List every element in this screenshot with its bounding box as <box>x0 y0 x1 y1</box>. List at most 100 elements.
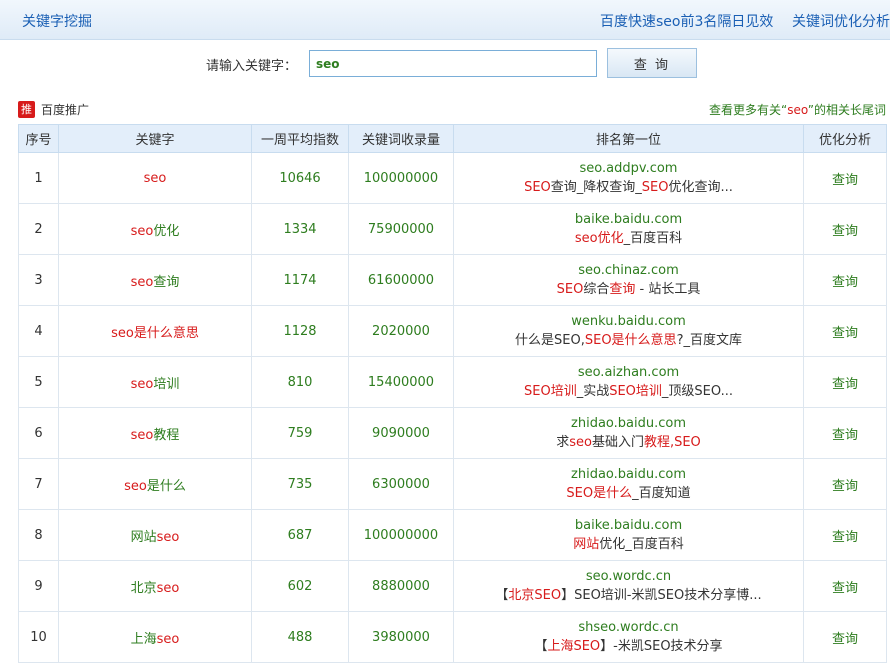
query-link[interactable]: 查询 <box>832 632 858 647</box>
query-link[interactable]: 查询 <box>832 530 858 545</box>
query-link[interactable]: 查询 <box>832 224 858 239</box>
query-link[interactable]: 查询 <box>832 428 858 443</box>
keyword-cell[interactable]: 上海seo <box>58 611 252 663</box>
row-number: 9 <box>18 560 59 612</box>
top-rank-cell: wenku.baidu.com 什么是SEO,SEO是什么意思?_百度文库 <box>453 305 804 357</box>
rank-title-link[interactable]: 【北京SEO】SEO培训-米凯SEO技术分享博... <box>454 586 803 605</box>
fast-seo-link[interactable]: 百度快速seo前3名隔日见效 <box>600 11 773 31</box>
rank-domain-link[interactable]: zhidao.baidu.com <box>454 414 803 433</box>
rank-domain-link[interactable]: shseo.wordc.cn <box>454 618 803 637</box>
query-link[interactable]: 查询 <box>832 479 858 494</box>
row-number: 8 <box>18 509 59 561</box>
weekly-index: 1174 <box>251 254 349 306</box>
analysis-cell: 查询 <box>803 305 887 357</box>
keyword-search-input[interactable] <box>309 50 597 77</box>
rank-title-segment: 【 <box>534 639 548 654</box>
weekly-index: 1334 <box>251 203 349 255</box>
keyword-cell[interactable]: seo是什么意思 <box>58 305 252 357</box>
keyword-cell[interactable]: 网站seo <box>58 509 252 561</box>
keyword-cell[interactable]: seo <box>58 152 252 204</box>
keyword-segment: 网站 <box>130 529 157 545</box>
query-link[interactable]: 查询 <box>832 173 858 188</box>
weekly-index: 810 <box>251 356 349 408</box>
keyword-cell[interactable]: seo是什么 <box>58 458 252 510</box>
rank-title-link[interactable]: SEO查询_降权查询_SEO优化查询... <box>454 178 803 197</box>
keyword-segment: 优化 <box>153 223 180 239</box>
top-rank-cell: seo.wordc.cn 【北京SEO】SEO培训-米凯SEO技术分享博... <box>453 560 804 612</box>
promo-text: 百度推广 <box>41 103 90 117</box>
index-count: 15400000 <box>348 356 454 408</box>
search-label: 请输入关键字： <box>206 59 298 74</box>
rank-title-segment: 】SEO培训-米凯SEO技术分享博... <box>561 588 762 603</box>
col-header-index-count: 关键词收录量 <box>348 124 454 153</box>
table-header-row: 序号 关键字 一周平均指数 关键词收录量 排名第一位 优化分析 <box>18 124 887 153</box>
top-rank-cell: baike.baidu.com seo优化_百度百科 <box>453 203 804 255</box>
keyword-segment: seo是什么意思 <box>111 325 199 341</box>
rank-domain-link[interactable]: seo.addpv.com <box>454 159 803 178</box>
rank-title-segment: 北京SEO <box>508 588 562 603</box>
rank-title-segment: SEO <box>556 282 584 297</box>
table-row: 8 网站seo 687 100000000 baike.baidu.com 网站优化_百度… <box>18 509 887 561</box>
top-rank-cell: zhidao.baidu.com SEO是什么_百度知道 <box>453 458 804 510</box>
rank-title-link[interactable]: SEO综合查询 - 站长工具 <box>454 280 803 299</box>
top-rank-cell: zhidao.baidu.com 求seo基础入门教程,SEO <box>453 407 804 459</box>
rank-title-link[interactable]: SEO是什么_百度知道 <box>454 484 803 503</box>
rank-title-segment: SEO培训 <box>609 384 662 399</box>
rank-title-link[interactable]: seo优化_百度百科 <box>454 229 803 248</box>
rank-title-segment: seo <box>569 435 592 450</box>
query-link[interactable]: 查询 <box>832 326 858 341</box>
keyword-segment: seo <box>130 376 154 392</box>
query-link[interactable]: 查询 <box>832 581 858 596</box>
rank-title-segment: _顶级SEO... <box>661 384 733 399</box>
weekly-index: 10646 <box>251 152 349 204</box>
more-link-prefix: 查看更多有关“ <box>709 103 788 117</box>
keyword-cell[interactable]: seo培训 <box>58 356 252 408</box>
rank-title-segment: _百度百科 <box>623 231 683 246</box>
keyword-segment: 上海 <box>130 631 157 647</box>
rank-domain-link[interactable]: zhidao.baidu.com <box>454 465 803 484</box>
baidu-promotion[interactable]: 推 百度推广 <box>18 101 89 118</box>
keyword-segment: seo <box>130 274 154 290</box>
keyword-cell[interactable]: 北京seo <box>58 560 252 612</box>
rank-title-segment: SEO是什么 <box>566 486 633 501</box>
row-number: 5 <box>18 356 59 408</box>
search-button[interactable]: 查 询 <box>607 48 697 78</box>
rank-domain-link[interactable]: baike.baidu.com <box>454 516 803 535</box>
rank-title-segment: - 站长工具 <box>635 282 701 297</box>
rank-domain-link[interactable]: seo.wordc.cn <box>454 567 803 586</box>
keyword-cell[interactable]: seo优化 <box>58 203 252 255</box>
weekly-index: 735 <box>251 458 349 510</box>
rank-domain-link[interactable]: baike.baidu.com <box>454 210 803 229</box>
col-header-top-rank: 排名第一位 <box>453 124 804 153</box>
table-row: 2 seo优化 1334 75900000 baike.baidu.com seo优化_百… <box>18 203 887 255</box>
keyword-cell[interactable]: seo查询 <box>58 254 252 306</box>
rank-title-link[interactable]: SEO培训_实战SEO培训_顶级SEO... <box>454 382 803 401</box>
rank-domain-link[interactable]: seo.aizhan.com <box>454 363 803 382</box>
index-count: 75900000 <box>348 203 454 255</box>
keyword-analysis-link[interactable]: 关键词优化分析 <box>792 11 890 31</box>
rank-title-link[interactable]: 求seo基础入门教程,SEO <box>454 433 803 452</box>
rank-title-segment: 上海SEO <box>547 639 601 654</box>
query-link[interactable]: 查询 <box>832 275 858 290</box>
analysis-cell: 查询 <box>803 254 887 306</box>
weekly-index: 687 <box>251 509 349 561</box>
rank-domain-link[interactable]: seo.chinaz.com <box>454 261 803 280</box>
rank-title-segment: 查询 <box>609 282 636 297</box>
query-link[interactable]: 查询 <box>832 377 858 392</box>
table-row: 5 seo培训 810 15400000 seo.aizhan.com SEO培训_实战S… <box>18 356 887 408</box>
rank-domain-link[interactable]: wenku.baidu.com <box>454 312 803 331</box>
keyword-segment: seo <box>156 631 180 647</box>
keyword-cell[interactable]: seo教程 <box>58 407 252 459</box>
index-count: 100000000 <box>348 509 454 561</box>
keyword-segment: seo <box>156 529 180 545</box>
weekly-index: 1128 <box>251 305 349 357</box>
analysis-cell: 查询 <box>803 611 887 663</box>
rank-title-link[interactable]: 【上海SEO】-米凯SEO技术分享 <box>454 637 803 656</box>
rank-title-link[interactable]: 什么是SEO,SEO是什么意思?_百度文库 <box>454 331 803 350</box>
more-longtail-link[interactable]: 查看更多有关“seo”的相关长尾词 <box>709 101 886 118</box>
index-count: 9090000 <box>348 407 454 459</box>
rank-title-segment: 优化_百度百科 <box>599 537 684 552</box>
rank-title-link[interactable]: 网站优化_百度百科 <box>454 535 803 554</box>
top-rank-cell: shseo.wordc.cn 【上海SEO】-米凯SEO技术分享 <box>453 611 804 663</box>
rank-title-segment: 网站 <box>573 537 600 552</box>
